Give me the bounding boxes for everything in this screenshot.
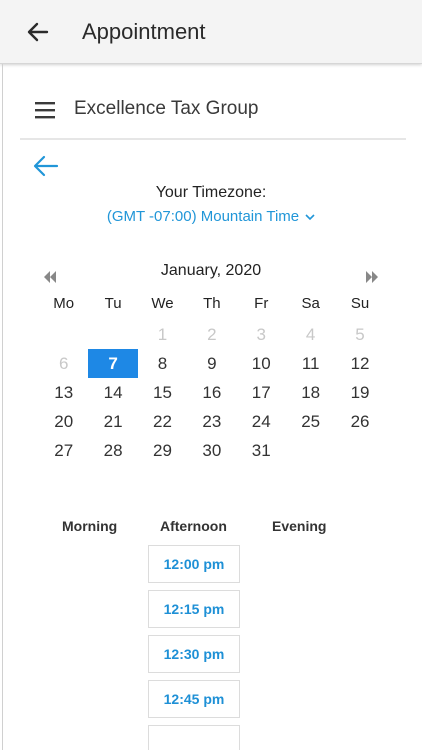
- calendar-day-selected[interactable]: 7: [88, 349, 138, 378]
- calendar-empty-cell: [88, 320, 137, 349]
- calendar-week-row: 6 7 8 9 10 11 12: [39, 349, 385, 378]
- calendar-day[interactable]: 22: [138, 407, 187, 436]
- calendar-week-row: 27 28 29 30 31: [39, 436, 385, 465]
- business-header: Excellence Tax Group: [20, 84, 406, 140]
- time-slot-button[interactable]: 12:45 pm: [148, 680, 240, 718]
- calendar-empty-cell: [286, 436, 335, 465]
- back-arrow-icon[interactable]: [32, 152, 60, 180]
- calendar-empty-cell: [335, 436, 384, 465]
- calendar-day[interactable]: 10: [237, 349, 286, 378]
- double-chevron-right-icon[interactable]: [364, 270, 380, 284]
- timezone-value: (GMT -07:00) Mountain Time: [106, 208, 300, 225]
- calendar-day: 3: [256, 325, 266, 344]
- calendar-day[interactable]: 30: [187, 436, 236, 465]
- calendar-day[interactable]: 29: [138, 436, 187, 465]
- weekday-header-row: Mo Tu We Th Fr Sa Su: [39, 291, 385, 320]
- calendar-empty-cell: [39, 320, 88, 349]
- calendar-day[interactable]: 19: [335, 378, 384, 407]
- back-arrow-icon[interactable]: [24, 18, 52, 46]
- calendar-grid: Mo Tu We Th Fr Sa Su 1 2 3 4 5 6 7 8 9 10 11 12 13 14…: [39, 291, 385, 465]
- time-slot-button[interactable]: 12:00 pm: [148, 545, 240, 583]
- calendar-day[interactable]: 31: [237, 436, 286, 465]
- calendar-day[interactable]: 15: [138, 378, 187, 407]
- business-name: Excellence Tax Group: [74, 98, 259, 119]
- chevron-down-icon: [305, 212, 315, 224]
- page-edge-divider: [2, 64, 3, 750]
- calendar-day[interactable]: 25: [286, 407, 335, 436]
- calendar-week-row: 20 21 22 23 24 25 26: [39, 407, 385, 436]
- weekday-label: We: [151, 295, 174, 312]
- calendar-day[interactable]: 21: [88, 407, 137, 436]
- calendar-day[interactable]: 23: [187, 407, 236, 436]
- calendar-day[interactable]: 8: [138, 349, 187, 378]
- calendar-day: 2: [207, 325, 217, 344]
- calendar-month-title: January, 2020: [160, 262, 262, 279]
- weekday-label: Fr: [254, 295, 269, 312]
- time-slot-button-partial[interactable]: [148, 725, 240, 750]
- calendar-day[interactable]: 16: [187, 378, 236, 407]
- calendar-day[interactable]: 9: [187, 349, 236, 378]
- weekday-label: Mo: [53, 295, 75, 312]
- timezone-select[interactable]: (GMT -07:00) Mountain Time: [0, 208, 422, 225]
- calendar-day: 6: [58, 354, 69, 373]
- time-slot-button[interactable]: 12:30 pm: [148, 635, 240, 673]
- tab-afternoon[interactable]: Afternoon: [160, 518, 227, 534]
- calendar-week-row: 13 14 15 16 17 18 19: [39, 378, 385, 407]
- calendar-day[interactable]: 13: [39, 378, 88, 407]
- calendar-day: 5: [355, 325, 365, 344]
- calendar-day[interactable]: 18: [286, 378, 335, 407]
- calendar-day: 1: [157, 325, 168, 344]
- calendar-day: 4: [305, 325, 316, 344]
- calendar-day[interactable]: 12: [335, 349, 384, 378]
- time-slot-button[interactable]: 12:15 pm: [148, 590, 240, 628]
- weekday-label: Th: [203, 295, 221, 312]
- calendar-day[interactable]: 20: [39, 407, 88, 436]
- calendar-week-row: 1 2 3 4 5: [39, 320, 385, 349]
- day-period-tabs: Morning Afternoon Evening: [0, 518, 422, 538]
- calendar-day[interactable]: 11: [286, 349, 335, 378]
- weekday-label: Sa: [301, 295, 320, 312]
- calendar-day[interactable]: 26: [335, 407, 384, 436]
- calendar-day[interactable]: 14: [88, 378, 137, 407]
- timezone-label: Your Timezone:: [155, 184, 267, 201]
- calendar-day[interactable]: 17: [237, 378, 286, 407]
- app-bar: Appointment: [0, 0, 422, 64]
- calendar-day[interactable]: 27: [39, 436, 88, 465]
- weekday-label: Tu: [104, 295, 122, 312]
- hamburger-menu-icon[interactable]: [34, 100, 56, 120]
- weekday-label: Su: [350, 295, 370, 312]
- calendar-weeks: 1 2 3 4 5 6 7 8 9 10 11 12 13 14 15 16 17 18 19 20 21 22 23 24 2…: [39, 320, 385, 465]
- tab-evening[interactable]: Evening: [272, 518, 326, 534]
- calendar-day[interactable]: 24: [237, 407, 286, 436]
- tab-morning[interactable]: Morning: [62, 518, 117, 534]
- calendar-day[interactable]: 28: [88, 436, 137, 465]
- page-title: Appointment: [82, 19, 206, 44]
